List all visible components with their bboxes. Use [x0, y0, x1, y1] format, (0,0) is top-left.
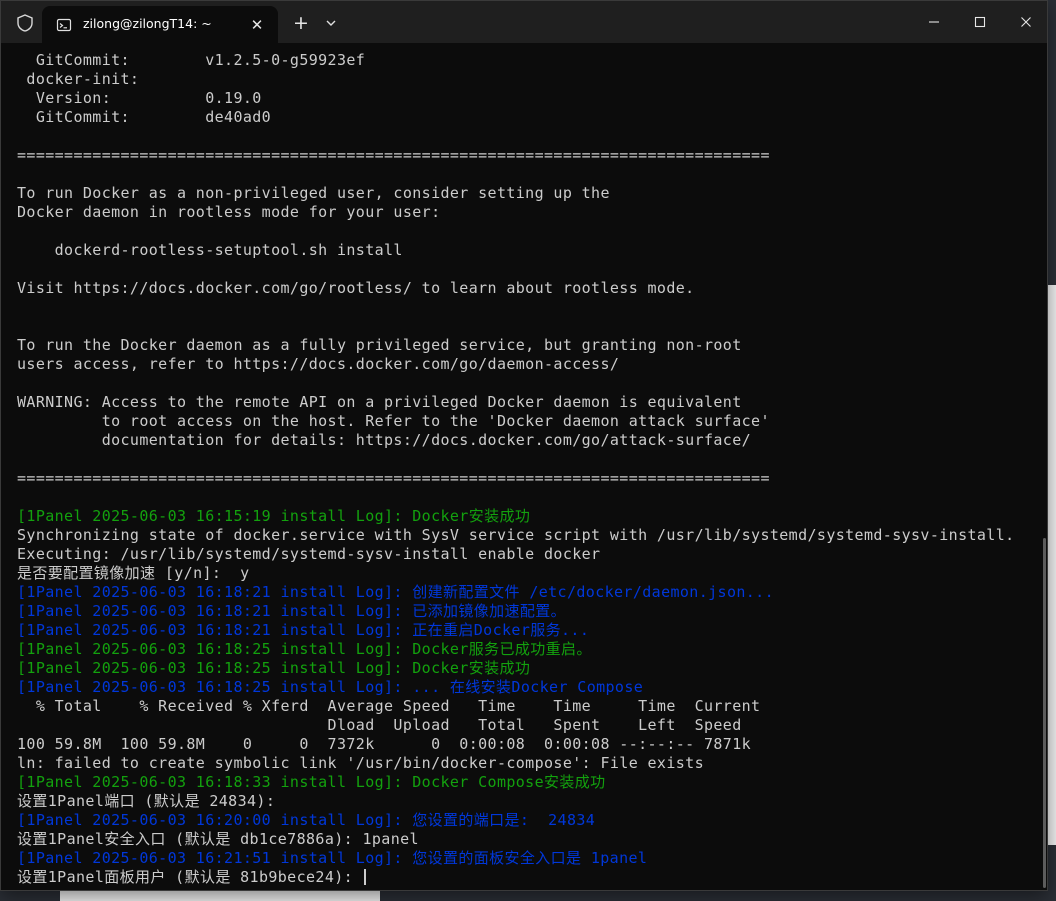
terminal-line: To run the Docker daemon as a fully priv… — [17, 336, 1035, 355]
title-bar: zilong@zilongT14: ~ ✕ + — [1, 1, 1047, 43]
plus-icon[interactable]: + — [290, 12, 312, 34]
close-icon[interactable]: ✕ — [247, 15, 267, 35]
terminal-line-text: Executing: /usr/lib/systemd/systemd-sysv… — [17, 545, 601, 563]
terminal-line: to root access on the host. Refer to the… — [17, 412, 1035, 431]
terminal-line-text: Visit https://docs.docker.com/go/rootles… — [17, 279, 695, 297]
terminal-line: [1Panel 2025-06-03 16:15:19 install Log]… — [17, 507, 1035, 526]
terminal-line: 设置1Panel端口 (默认是 24834): — [17, 792, 1035, 811]
terminal-line: Synchronizing state of docker.service wi… — [17, 526, 1035, 545]
terminal-line-text: [1Panel 2025-06-03 16:18:25 install Log]… — [17, 640, 592, 658]
terminal-line-text: ========================================… — [17, 469, 770, 487]
terminal-line: docker-init: — [17, 70, 1035, 89]
terminal-line-text: dockerd-rootless-setuptool.sh install — [17, 241, 403, 259]
text-cursor — [364, 869, 367, 885]
terminal-line-text: to root access on the host. Refer to the… — [17, 412, 770, 430]
terminal-line: [1Panel 2025-06-03 16:18:21 install Log]… — [17, 621, 1035, 640]
terminal-line: Docker daemon in rootless mode for your … — [17, 203, 1035, 222]
terminal-line-text: ln: failed to create symbolic link '/usr… — [17, 754, 704, 772]
tab-title: zilong@zilongT14: ~ — [83, 16, 212, 31]
terminal-line: Visit https://docs.docker.com/go/rootles… — [17, 279, 1035, 298]
terminal-line-text: To run Docker as a non-privileged user, … — [17, 184, 610, 202]
terminal-line-text: WARNING: Access to the remote API on a p… — [17, 393, 742, 411]
scrollbar[interactable] — [1043, 538, 1046, 888]
terminal-window: zilong@zilongT14: ~ ✕ + GitCommit: v1.2.… — [0, 0, 1048, 891]
terminal-line-text: [1Panel 2025-06-03 16:18:21 install Log]… — [17, 621, 590, 639]
terminal-line: [1Panel 2025-06-03 16:18:21 install Log]… — [17, 602, 1035, 621]
terminal-line: Executing: /usr/lib/systemd/systemd-sysv… — [17, 545, 1035, 564]
terminal-line: documentation for details: https://docs.… — [17, 431, 1035, 450]
terminal-line: GitCommit: de40ad0 — [17, 108, 1035, 127]
terminal-line-text: Synchronizing state of docker.service wi… — [17, 526, 1015, 544]
terminal-line: 设置1Panel面板用户 (默认是 81b9bece24): — [17, 868, 1035, 887]
terminal-line: [1Panel 2025-06-03 16:21:51 install Log]… — [17, 849, 1035, 868]
terminal-line: ========================================… — [17, 469, 1035, 488]
terminal-line-text: documentation for details: https://docs.… — [17, 431, 752, 449]
terminal-line: [1Panel 2025-06-03 16:18:25 install Log]… — [17, 678, 1035, 697]
terminal-line-text: Dload Upload Total Spent Left Speed — [17, 716, 742, 734]
chevron-down-icon[interactable] — [320, 12, 342, 34]
terminal-line-text: [1Panel 2025-06-03 16:18:25 install Log]… — [17, 678, 644, 696]
terminal-line: users access, refer to https://docs.dock… — [17, 355, 1035, 374]
terminal-line-text: GitCommit: v1.2.5-0-g59923ef — [17, 51, 366, 69]
terminal-line: Dload Upload Total Spent Left Speed — [17, 716, 1035, 735]
terminal-line-text: docker-init: — [17, 70, 140, 88]
tab-terminal[interactable]: zilong@zilongT14: ~ ✕ — [42, 6, 278, 43]
terminal-icon — [56, 17, 72, 33]
close-window-icon[interactable] — [1003, 1, 1047, 43]
terminal-line: dockerd-rootless-setuptool.sh install — [17, 241, 1035, 260]
terminal-line: Version: 0.19.0 — [17, 89, 1035, 108]
terminal-line-text: [1Panel 2025-06-03 16:18:21 install Log]… — [17, 583, 775, 601]
terminal-line-text: [1Panel 2025-06-03 16:15:19 install Log]… — [17, 507, 531, 525]
terminal-line-text: 设置1Panel安全入口 (默认是 db1ce7886a): 1panel — [17, 830, 419, 848]
terminal-line: GitCommit: v1.2.5-0-g59923ef — [17, 51, 1035, 70]
terminal-line: ========================================… — [17, 146, 1035, 165]
terminal-line-text: 设置1Panel端口 (默认是 24834): — [17, 792, 276, 810]
terminal-line: [1Panel 2025-06-03 16:18:21 install Log]… — [17, 583, 1035, 602]
terminal-line: [1Panel 2025-06-03 16:18:25 install Log]… — [17, 659, 1035, 678]
terminal-line-text: users access, refer to https://docs.dock… — [17, 355, 620, 373]
terminal-line-text: [1Panel 2025-06-03 16:21:51 install Log]… — [17, 849, 648, 867]
shield-icon — [15, 13, 35, 33]
terminal-line-text: [1Panel 2025-06-03 16:18:21 install Log]… — [17, 602, 567, 620]
terminal-line: To run Docker as a non-privileged user, … — [17, 184, 1035, 203]
terminal-line-text: [1Panel 2025-06-03 16:20:00 install Log]… — [17, 811, 596, 829]
terminal-line: 100 59.8M 100 59.8M 0 0 7372k 0 0:00:08 … — [17, 735, 1035, 754]
terminal-line-text: Docker daemon in rootless mode for your … — [17, 203, 441, 221]
terminal-line-text: ========================================… — [17, 146, 770, 164]
terminal-output[interactable]: GitCommit: v1.2.5-0-g59923ef docker-init… — [17, 51, 1035, 890]
terminal-line-text: 设置1Panel面板用户 (默认是 81b9bece24): — [17, 868, 363, 886]
terminal-line: [1Panel 2025-06-03 16:20:00 install Log]… — [17, 811, 1035, 830]
terminal-line: 是否要配置镜像加速 [y/n]: y — [17, 564, 1035, 583]
terminal-line: [1Panel 2025-06-03 16:18:33 install Log]… — [17, 773, 1035, 792]
terminal-line-text: [1Panel 2025-06-03 16:18:25 install Log]… — [17, 659, 531, 677]
terminal-line-text: 是否要配置镜像加速 [y/n]: y — [17, 564, 250, 582]
terminal-line: [1Panel 2025-06-03 16:18:25 install Log]… — [17, 640, 1035, 659]
terminal-line-text: Version: 0.19.0 — [17, 89, 262, 107]
terminal-line-text: To run the Docker daemon as a fully priv… — [17, 336, 742, 354]
terminal-line: WARNING: Access to the remote API on a p… — [17, 393, 1035, 412]
maximize-icon[interactable] — [957, 1, 1003, 43]
background-window-edge-bottom — [60, 890, 380, 901]
terminal-line-text: GitCommit: de40ad0 — [17, 108, 272, 126]
minimize-icon[interactable] — [911, 1, 957, 43]
terminal-line: % Total % Received % Xferd Average Speed… — [17, 697, 1035, 716]
terminal-line-text: [1Panel 2025-06-03 16:18:33 install Log]… — [17, 773, 606, 791]
terminal-line: ln: failed to create symbolic link '/usr… — [17, 754, 1035, 773]
terminal-line: 设置1Panel安全入口 (默认是 db1ce7886a): 1panel — [17, 830, 1035, 849]
terminal-line-text: % Total % Received % Xferd Average Speed… — [17, 697, 761, 715]
terminal-line-text: 100 59.8M 100 59.8M 0 0 7372k 0 0:00:08 … — [17, 735, 752, 753]
